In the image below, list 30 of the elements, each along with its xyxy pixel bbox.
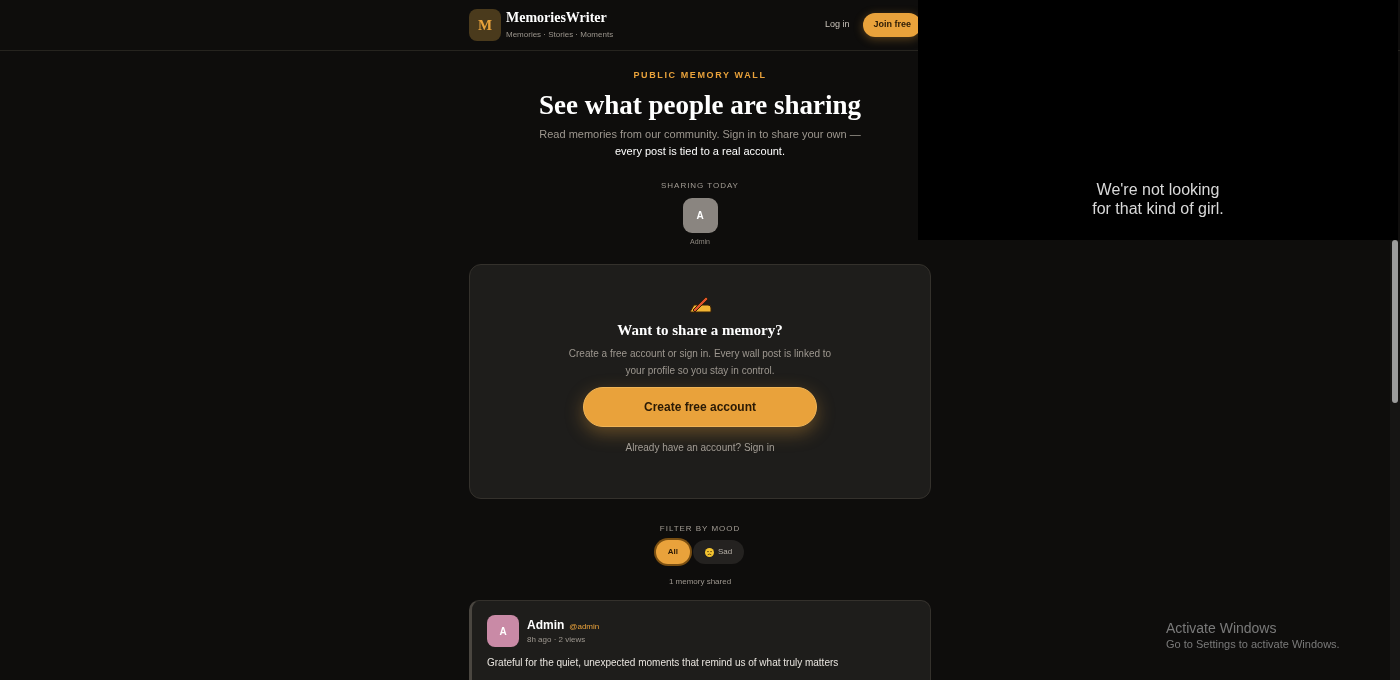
brand-name: MemoriesWriter bbox=[506, 9, 608, 27]
section-label: FILTER BY MOOD bbox=[659, 523, 741, 535]
memory-count: 1 memory shared bbox=[668, 576, 732, 588]
post-author: Admin bbox=[527, 617, 565, 634]
video-caption: for that kind of girl. bbox=[1092, 199, 1224, 218]
sad-face-icon bbox=[705, 547, 714, 557]
post-handle: @admin bbox=[569, 621, 600, 633]
mood-filter-chip[interactable]: Sad bbox=[693, 540, 745, 564]
video-caption: We're not looking bbox=[1096, 180, 1220, 199]
post-text: Grateful for the quiet, unexpected moments that remind us of what truly matters bbox=[487, 656, 840, 669]
login-link[interactable]: Log in bbox=[824, 18, 850, 32]
eyebrow-label: PUBLIC MEMORY WALL bbox=[633, 69, 767, 82]
join-button[interactable]: Join free bbox=[863, 13, 921, 37]
cta-text: Create a free account or sign in. Every wall post is linked to your profile so you stay in control. bbox=[567, 346, 833, 378]
user-avatar[interactable]: A bbox=[682, 197, 718, 233]
brand-tagline: Memories · Stories · Moments bbox=[506, 29, 614, 41]
activation-text: Go to Settings to activate Windows. bbox=[1166, 637, 1340, 652]
cta-title: Want to share a memory? bbox=[617, 321, 783, 340]
scrollbar[interactable] bbox=[1390, 240, 1400, 680]
activation-title: Activate Windows bbox=[1166, 619, 1278, 637]
video-player[interactable]: We're not looking for that kind of girl. bbox=[918, 0, 1398, 240]
page-heading: See what people are sharing bbox=[539, 88, 861, 122]
page-subtitle: Read memories from our community. Sign in to share your own — every post is tied to a real account. bbox=[538, 126, 862, 159]
create-account-button[interactable]: Create free account bbox=[583, 386, 817, 427]
writing-hand-icon bbox=[688, 294, 712, 314]
logo-icon: M bbox=[469, 9, 501, 41]
signin-link[interactable]: Already have an account? Sign in bbox=[625, 439, 775, 455]
mood-filter-chip[interactable]: All bbox=[655, 540, 690, 564]
post-meta: 8h ago · 2 views bbox=[527, 634, 587, 646]
section-label: SHARING TODAY bbox=[661, 179, 739, 192]
